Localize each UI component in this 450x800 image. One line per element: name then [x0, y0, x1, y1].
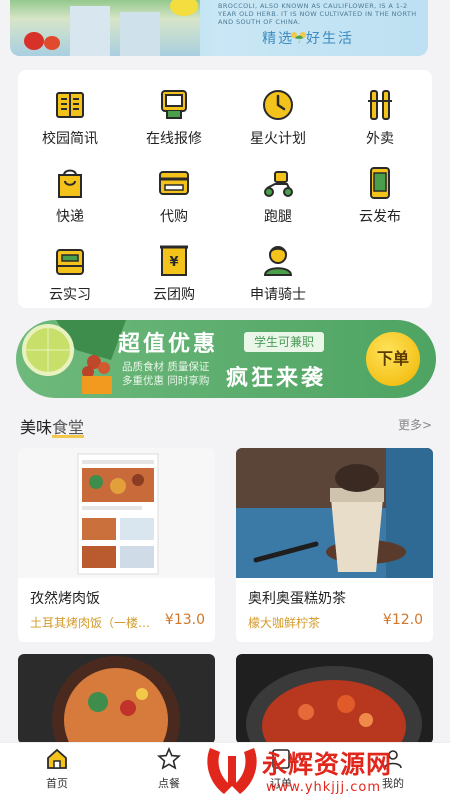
section-title: 美味食堂 — [20, 414, 84, 438]
service-label: 云实习 — [49, 287, 91, 303]
nav-label: 首页 — [46, 777, 68, 790]
card-icon — [159, 171, 189, 195]
rider-icon — [263, 246, 293, 276]
order-button[interactable]: 下单 — [366, 332, 420, 386]
noodle-image — [18, 654, 215, 744]
service-label: 申请骑士 — [250, 287, 306, 303]
promo-line2: 多重优惠 同时享购 — [122, 375, 210, 387]
promo-title: 超值优惠 — [118, 332, 219, 357]
food-price: ¥13.0 — [164, 612, 205, 628]
svg-text:¥: ¥ — [169, 255, 178, 270]
service-label: 跑腿 — [264, 209, 292, 225]
crayfish-image — [236, 654, 433, 744]
food-card[interactable]: 孜然烤肉饭 土耳其烤肉饭（一楼酱… ¥13.0 — [18, 448, 215, 642]
clock-icon — [263, 90, 293, 120]
nav-label: 点餐 — [158, 777, 180, 790]
home-icon — [47, 748, 67, 769]
food-name: 孜然烤肉饭 — [30, 591, 100, 607]
slogan-right: 好生活 — [306, 31, 354, 47]
service-takeout[interactable]: 外卖 — [328, 78, 432, 148]
watermark: 永辉资源网 www.yhkjjj.com — [200, 742, 450, 800]
banner-slogan: 精选☂好生活 — [262, 28, 354, 48]
service-publish[interactable]: 云发布 — [328, 156, 432, 226]
watermark-url: www.yhkjjj.com — [266, 780, 382, 795]
service-label: 云发布 — [359, 209, 401, 225]
repair-icon — [161, 90, 187, 119]
fruit-image — [22, 320, 126, 394]
food-description: 土耳其烤肉饭（一楼酱… — [30, 616, 155, 630]
nav-order-food[interactable]: 点餐 — [129, 747, 209, 791]
services-grid: 校园简讯 在线报修 星火计划 外卖 快递 代购 跑腿 云发布 云实习 ¥ 云团购… — [18, 70, 432, 308]
food-card[interactable]: 奥利奥蛋糕奶茶 檬大咖鲜柠茶 ¥12.0 — [236, 448, 433, 642]
nav-home[interactable]: 首页 — [17, 747, 97, 791]
promo-tag: 学生可兼职 — [244, 332, 325, 352]
service-label: 快递 — [56, 209, 84, 225]
star-icon — [157, 747, 181, 770]
service-intern[interactable]: 云实习 — [18, 234, 122, 304]
promo-description: 品质食材 质量保证 多重优惠 同时享购 — [122, 360, 209, 388]
service-label: 在线报修 — [146, 131, 202, 147]
service-spark[interactable]: 星火计划 — [226, 78, 330, 148]
slogan-left: 精选 — [262, 31, 295, 47]
umbrella-icon: ☂ — [294, 33, 306, 46]
service-label: 云团购 — [153, 287, 195, 303]
receipt-icon: ¥ — [160, 245, 188, 276]
service-label: 外卖 — [366, 131, 394, 147]
box-icon — [56, 249, 84, 275]
chopsticks-icon — [368, 90, 392, 120]
drink-image — [236, 448, 433, 578]
service-purchase[interactable]: 代购 — [122, 156, 226, 226]
watermark-logo-icon — [207, 748, 257, 794]
service-label: 星火计划 — [250, 131, 306, 147]
phone-icon — [370, 167, 390, 199]
promo-banner[interactable]: 超值优惠 学生可兼职 品质食材 质量保证 多重优惠 同时享购 疯狂来袭 下单 — [16, 320, 436, 398]
section-title-sub: 食堂 — [52, 418, 85, 437]
vegetable-image — [10, 0, 200, 56]
watermark-text: 永辉资源网 — [262, 750, 393, 779]
service-express[interactable]: 快递 — [18, 156, 122, 226]
food-card[interactable] — [18, 654, 215, 744]
service-news[interactable]: 校园简讯 — [18, 78, 122, 148]
top-banner[interactable]: BROCCOLI, ALSO KNOWN AS CAULIFLOWER, IS … — [10, 0, 428, 56]
food-image — [18, 448, 215, 578]
banner-english-text: BROCCOLI, ALSO KNOWN AS CAULIFLOWER, IS … — [218, 2, 417, 26]
food-name: 奥利奥蛋糕奶茶 — [248, 591, 346, 607]
food-card[interactable] — [236, 654, 433, 744]
service-repair[interactable]: 在线报修 — [122, 78, 226, 148]
food-description: 檬大咖鲜柠茶 — [248, 616, 321, 630]
service-label: 代购 — [160, 209, 188, 225]
service-groupbuy[interactable]: ¥ 云团购 — [122, 234, 226, 304]
service-label: 校园简讯 — [42, 131, 98, 147]
news-icon — [56, 92, 84, 118]
more-link[interactable]: 更多> — [398, 416, 432, 433]
service-rider[interactable]: 申请骑士 — [226, 234, 330, 304]
section-title-main: 美味 — [20, 418, 53, 437]
service-errand[interactable]: 跑腿 — [226, 156, 330, 226]
promo-line1: 品质食材 质量保证 — [122, 361, 210, 373]
scooter-icon — [264, 171, 293, 197]
food-price: ¥12.0 — [382, 612, 423, 628]
bag-icon — [58, 169, 82, 198]
promo-subtitle: 疯狂来袭 — [226, 366, 327, 391]
